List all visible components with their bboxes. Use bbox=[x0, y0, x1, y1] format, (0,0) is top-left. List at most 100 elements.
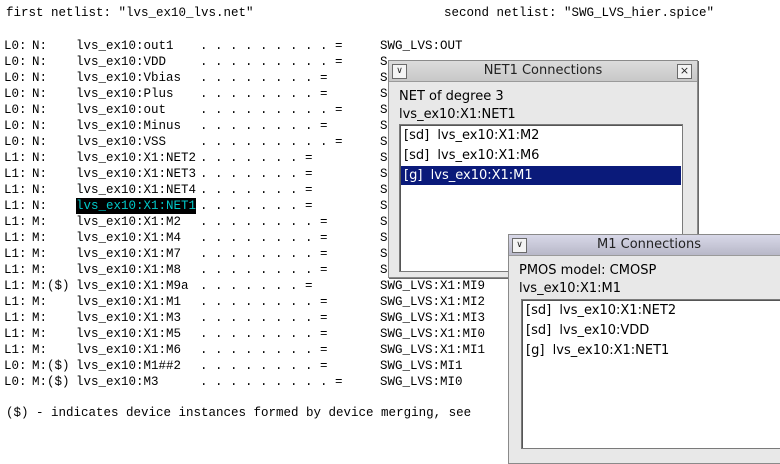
type-cell: M: bbox=[32, 247, 48, 261]
level-cell: L1: bbox=[4, 199, 27, 213]
net-cell[interactable]: lvs_ex10:X1:M9a bbox=[76, 278, 189, 294]
second-netlist-cell: SWG_LVS:MI1 bbox=[380, 359, 463, 373]
second-netlist-cell: S bbox=[380, 71, 388, 85]
net-cell[interactable]: lvs_ex10:X1:NET1 bbox=[76, 198, 197, 214]
second-netlist-cell: S bbox=[380, 231, 388, 245]
list-item[interactable]: [sd] lvs_ex10:X1:NET2 bbox=[523, 301, 780, 320]
second-netlist-cell: S bbox=[380, 55, 388, 69]
second-netlist-cell: SWG_LVS:X1:MI3 bbox=[380, 311, 486, 325]
leader-dots: . . . . . . . . . = bbox=[200, 375, 343, 389]
second-netlist-cell: S bbox=[380, 263, 388, 277]
level-cell: L1: bbox=[4, 231, 27, 245]
device-model-label: PMOS model: CMOSP bbox=[519, 263, 657, 278]
level-cell: L1: bbox=[4, 183, 27, 197]
net-cell[interactable]: lvs_ex10:Minus bbox=[76, 118, 181, 134]
second-netlist-label: second netlist: "SWG_LVS_hier.spice" bbox=[444, 6, 715, 20]
second-netlist-cell: S bbox=[380, 103, 388, 117]
second-netlist-cell: SWG_LVS:OUT bbox=[380, 39, 463, 53]
leader-dots: . . . . . . . . . = bbox=[200, 55, 343, 69]
net-cell[interactable]: lvs_ex10:X1:M2 bbox=[76, 214, 181, 230]
type-cell: N: bbox=[32, 71, 48, 85]
level-cell: L1: bbox=[4, 263, 27, 277]
level-cell: L0: bbox=[4, 39, 27, 53]
leader-dots: . . . . . . . . = bbox=[200, 247, 328, 261]
second-netlist-cell: S bbox=[380, 87, 388, 101]
net-cell[interactable]: lvs_ex10:X1:NET3 bbox=[76, 166, 196, 182]
net-cell[interactable]: lvs_ex10:out1 bbox=[76, 38, 174, 54]
leader-dots: . . . . . . . . . = bbox=[200, 103, 343, 117]
second-netlist-cell: S bbox=[380, 135, 388, 149]
list-item[interactable]: [g] lvs_ex10:X1:NET1 bbox=[523, 341, 780, 360]
second-netlist-cell: S bbox=[380, 151, 388, 165]
net1-window-titlebar[interactable]: ∨ NET1 Connections × bbox=[389, 61, 697, 82]
net-cell[interactable]: lvs_ex10:X1:NET2 bbox=[76, 150, 196, 166]
net-cell[interactable]: lvs_ex10:VSS bbox=[76, 134, 166, 150]
net-cell[interactable]: lvs_ex10:X1:M3 bbox=[76, 310, 181, 326]
type-cell: M: bbox=[32, 263, 48, 277]
m1-window-title: M1 Connections bbox=[597, 237, 701, 252]
level-cell: L1: bbox=[4, 327, 27, 341]
level-cell: L0: bbox=[4, 71, 27, 85]
net-cell[interactable]: lvs_ex10:out bbox=[76, 102, 166, 118]
type-cell: N: bbox=[32, 55, 48, 69]
net-cell[interactable]: lvs_ex10:X1:NET4 bbox=[76, 182, 196, 198]
leader-dots: . . . . . . . . = bbox=[200, 119, 328, 133]
second-netlist-cell: S bbox=[380, 215, 388, 229]
list-item[interactable]: [sd] lvs_ex10:VDD bbox=[523, 321, 780, 340]
level-cell: L0: bbox=[4, 359, 27, 373]
type-cell: N: bbox=[32, 87, 48, 101]
m1-connections-window: ∨ M1 Connections PMOS model: CMOSP lvs_e… bbox=[508, 234, 780, 464]
type-cell: N: bbox=[32, 119, 48, 133]
leader-dots: . . . . . . . . . = bbox=[200, 135, 343, 149]
level-cell: L0: bbox=[4, 87, 27, 101]
net-cell[interactable]: lvs_ex10:Vbias bbox=[76, 70, 181, 86]
type-cell: N: bbox=[32, 199, 48, 213]
net1-window-title: NET1 Connections bbox=[483, 63, 603, 78]
second-netlist-cell: S bbox=[380, 199, 388, 213]
level-cell: L0: bbox=[4, 119, 27, 133]
m1-window-titlebar[interactable]: ∨ M1 Connections bbox=[509, 235, 780, 256]
net-cell[interactable]: lvs_ex10:M3 bbox=[76, 374, 159, 390]
level-cell: L0: bbox=[4, 55, 27, 69]
leader-dots: . . . . . . . . = bbox=[200, 343, 328, 357]
window-menu-icon[interactable]: ∨ bbox=[392, 64, 407, 79]
second-netlist-cell: SWG_LVS:X1:MI2 bbox=[380, 295, 486, 309]
leader-dots: . . . . . . . = bbox=[200, 183, 313, 197]
net-cell[interactable]: lvs_ex10:X1:M6 bbox=[76, 342, 181, 358]
level-cell: L1: bbox=[4, 247, 27, 261]
type-cell: M:($) bbox=[32, 375, 70, 389]
type-cell: M: bbox=[32, 311, 48, 325]
second-netlist-cell: S bbox=[380, 119, 388, 133]
type-cell: M: bbox=[32, 231, 48, 245]
type-cell: M: bbox=[32, 295, 48, 309]
type-cell: M:($) bbox=[32, 279, 70, 293]
list-item-selected[interactable]: [g] lvs_ex10:X1:M1 bbox=[401, 166, 681, 185]
type-cell: N: bbox=[32, 167, 48, 181]
level-cell: L1: bbox=[4, 215, 27, 229]
list-item[interactable]: [sd] lvs_ex10:X1:M6 bbox=[401, 146, 681, 165]
window-menu-icon[interactable]: ∨ bbox=[512, 238, 527, 253]
device-name-label: lvs_ex10:X1:M1 bbox=[519, 281, 622, 296]
leader-dots: . . . . . . . = bbox=[200, 279, 313, 293]
net-cell[interactable]: lvs_ex10:X1:M4 bbox=[76, 230, 181, 246]
net-cell[interactable]: lvs_ex10:Plus bbox=[76, 86, 174, 102]
type-cell: M: bbox=[32, 343, 48, 357]
m1-connections-list[interactable]: [sd] lvs_ex10:X1:NET2 [sd] lvs_ex10:VDD … bbox=[521, 299, 780, 449]
net-cell[interactable]: lvs_ex10:VDD bbox=[76, 54, 166, 70]
net-cell[interactable]: lvs_ex10:X1:M8 bbox=[76, 262, 181, 278]
net-cell[interactable]: lvs_ex10:X1:M1 bbox=[76, 294, 181, 310]
close-icon[interactable]: × bbox=[677, 64, 692, 79]
net-cell[interactable]: lvs_ex10:M1##2 bbox=[76, 358, 181, 374]
type-cell: N: bbox=[32, 135, 48, 149]
list-item[interactable]: [sd] lvs_ex10:X1:M2 bbox=[401, 126, 681, 145]
net-cell[interactable]: lvs_ex10:X1:M5 bbox=[76, 326, 181, 342]
leader-dots: . . . . . . . . = bbox=[200, 71, 328, 85]
type-cell: M:($) bbox=[32, 359, 70, 373]
type-cell: M: bbox=[32, 215, 48, 229]
level-cell: L1: bbox=[4, 167, 27, 181]
second-netlist-cell: SWG_LVS:X1:MI9 bbox=[380, 279, 486, 293]
leader-dots: . . . . . . . = bbox=[200, 167, 313, 181]
first-netlist-label: first netlist: "lvs_ex10_lvs.net" bbox=[6, 6, 254, 20]
leader-dots: . . . . . . . . = bbox=[200, 359, 328, 373]
net-cell[interactable]: lvs_ex10:X1:M7 bbox=[76, 246, 181, 262]
